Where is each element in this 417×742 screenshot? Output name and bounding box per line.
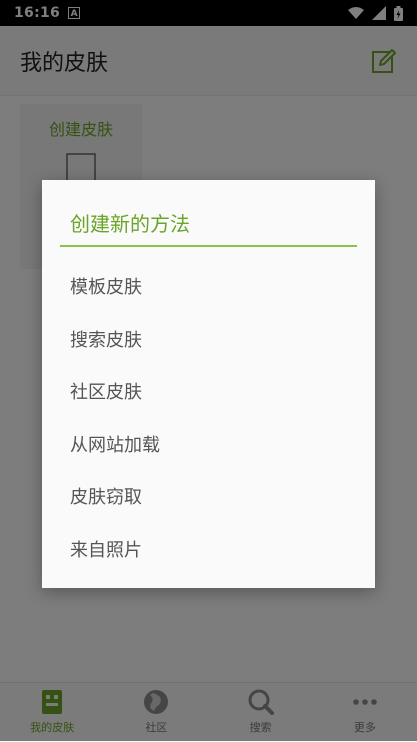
create-method-dialog: 创建新的方法 模板皮肤 搜索皮肤 社区皮肤 从网站加载 皮肤窃取 来自照片: [42, 180, 375, 588]
dialog-divider: [60, 245, 357, 247]
option-search-skin[interactable]: 搜索皮肤: [42, 313, 375, 366]
option-load-from-website[interactable]: 从网站加载: [42, 418, 375, 471]
dialog-title: 创建新的方法: [70, 212, 190, 236]
option-from-photo[interactable]: 来自照片: [42, 523, 375, 576]
option-community-skin[interactable]: 社区皮肤: [42, 365, 375, 418]
option-steal-skin[interactable]: 皮肤窃取: [42, 470, 375, 523]
method-list: 模板皮肤 搜索皮肤 社区皮肤 从网站加载 皮肤窃取 来自照片: [42, 260, 375, 575]
option-template-skin[interactable]: 模板皮肤: [42, 260, 375, 313]
